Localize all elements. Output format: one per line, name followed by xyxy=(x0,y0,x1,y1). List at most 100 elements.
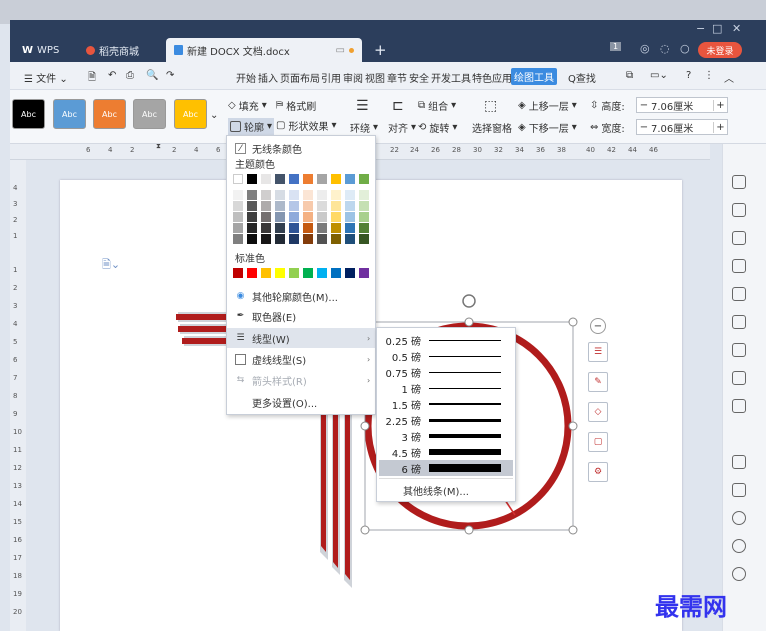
more-settings-item[interactable]: 更多设置(O)... xyxy=(227,392,375,412)
tab-docer-store[interactable]: 稻壳商城 xyxy=(78,38,147,62)
theme-shade-swatch[interactable] xyxy=(317,234,327,244)
theme-shade-swatch[interactable] xyxy=(317,223,327,233)
height-value[interactable]: 7.06厘米 xyxy=(651,98,713,113)
shape-style-orange[interactable]: Abc xyxy=(93,99,126,129)
theme-shade-swatch[interactable] xyxy=(247,201,257,211)
theme-shade-swatch[interactable] xyxy=(317,201,327,211)
theme-shade-swatch[interactable] xyxy=(331,223,341,233)
sidebar-shapes-icon[interactable] xyxy=(732,231,746,245)
sidebar-picture-icon[interactable] xyxy=(732,483,746,497)
menu-security[interactable]: 安全 xyxy=(409,70,429,85)
menu-start[interactable]: 开始 xyxy=(236,70,256,85)
shape-style-black[interactable]: Abc xyxy=(12,99,45,129)
sidebar-box-icon[interactable] xyxy=(732,455,746,469)
search-button[interactable]: Q查找 xyxy=(568,70,596,85)
window-icon[interactable]: ▭⌄ xyxy=(650,70,668,81)
height-decrease-button[interactable]: − xyxy=(637,100,651,111)
theme-shade-swatch[interactable] xyxy=(303,201,313,211)
wrap-icon[interactable]: ☰ xyxy=(356,98,369,114)
more-icon[interactable]: ⋮ xyxy=(704,70,714,81)
eyedropper-item[interactable]: ✒ 取色器(E) xyxy=(227,306,375,326)
theme-shade-swatch[interactable] xyxy=(359,190,369,200)
send-backward-button[interactable]: ◈ 下移一层 ▾ xyxy=(518,120,577,135)
height-stepper[interactable]: − 7.06厘米 + xyxy=(636,97,728,113)
theme-shade-swatch[interactable] xyxy=(289,190,299,200)
resize-handle[interactable] xyxy=(360,525,370,535)
resize-handle[interactable] xyxy=(568,317,578,327)
outline-button[interactable]: 轮廓 ▾ xyxy=(228,118,275,135)
theme-color-swatch[interactable] xyxy=(233,174,243,184)
resize-handle[interactable] xyxy=(568,525,578,535)
theme-color-swatch[interactable] xyxy=(303,174,313,184)
theme-shade-swatch[interactable] xyxy=(233,234,243,244)
menu-insert[interactable]: 插入 xyxy=(258,70,278,85)
sidebar-edit-icon[interactable] xyxy=(732,175,746,189)
line-weight-option[interactable]: 1 磅 xyxy=(379,380,513,396)
standard-color-swatch[interactable] xyxy=(247,268,257,278)
resize-handle[interactable] xyxy=(360,421,370,431)
add-tab-button[interactable]: + xyxy=(366,38,395,62)
theme-shade-swatch[interactable] xyxy=(233,223,243,233)
align-button[interactable]: 对齐 ▾ xyxy=(388,120,416,135)
theme-shade-swatch[interactable] xyxy=(275,190,285,200)
theme-shade-swatch[interactable] xyxy=(331,201,341,211)
standard-color-swatch[interactable] xyxy=(275,268,285,278)
theme-shade-swatch[interactable] xyxy=(359,201,369,211)
width-value[interactable]: 7.06厘米 xyxy=(651,120,713,135)
theme-shade-swatch[interactable] xyxy=(331,212,341,222)
theme-shade-swatch[interactable] xyxy=(289,234,299,244)
menu-page-layout[interactable]: 页面布局 xyxy=(280,70,320,85)
theme-shade-swatch[interactable] xyxy=(275,223,285,233)
theme-shade-swatch[interactable] xyxy=(345,190,355,200)
menu-review[interactable]: 审阅 xyxy=(343,70,363,85)
collapse-ribbon-icon[interactable]: ︿ xyxy=(724,70,734,85)
layout-options-icon[interactable]: ☰ xyxy=(588,342,608,362)
redo-icon[interactable]: ↷ xyxy=(166,70,174,81)
bring-forward-button[interactable]: ◈ 上移一层 ▾ xyxy=(518,98,577,113)
other-lines-item[interactable]: 其他线条(M)... xyxy=(379,482,513,498)
select-pane-icon[interactable]: ⬚ xyxy=(484,98,497,114)
shape-style-yellow[interactable]: Abc xyxy=(174,99,207,129)
rotate-handle-icon[interactable] xyxy=(462,294,476,308)
sidebar-fill-icon[interactable] xyxy=(732,259,746,273)
line-weight-option[interactable]: 6 磅 xyxy=(379,460,513,476)
theme-shade-swatch[interactable] xyxy=(331,190,341,200)
tab-document[interactable]: 新建 DOCX 文档.docx ▭ xyxy=(166,38,362,62)
format-brush-button[interactable]: ⛿ 格式刷 xyxy=(276,98,316,113)
standard-color-swatch[interactable] xyxy=(289,268,299,278)
theme-shade-swatch[interactable] xyxy=(303,234,313,244)
sidebar-grid-icon[interactable] xyxy=(732,315,746,329)
theme-color-swatch[interactable] xyxy=(247,174,257,184)
edit-icon[interactable]: ⧉ xyxy=(626,70,633,81)
select-pane-button[interactable]: 选择窗格 xyxy=(472,120,512,135)
theme-shade-swatch[interactable] xyxy=(233,212,243,222)
theme-shade-swatch[interactable] xyxy=(247,234,257,244)
line-weight-option[interactable]: 3 磅 xyxy=(379,428,513,444)
close-icon[interactable]: ✕ xyxy=(732,22,741,35)
help-button[interactable]: ? xyxy=(686,70,691,81)
theme-color-swatch[interactable] xyxy=(275,174,285,184)
theme-shade-swatch[interactable] xyxy=(261,223,271,233)
theme-shade-swatch[interactable] xyxy=(289,223,299,233)
theme-shade-swatch[interactable] xyxy=(303,212,313,222)
line-weight-option[interactable]: 1.5 磅 xyxy=(379,396,513,412)
sidebar-navigation-icon[interactable] xyxy=(732,511,746,525)
collapse-float-icon[interactable]: − xyxy=(590,318,606,334)
sidebar-select-icon[interactable] xyxy=(732,203,746,217)
theme-shade-swatch[interactable] xyxy=(261,190,271,200)
login-button[interactable]: 未登录 xyxy=(698,42,742,58)
group-button[interactable]: ⧉ 组合 ▾ xyxy=(418,98,456,113)
menu-drawing-tools[interactable]: 绘图工具 xyxy=(511,68,557,85)
width-increase-button[interactable]: + xyxy=(713,121,727,133)
float-style-icon[interactable]: ✎ xyxy=(588,372,608,392)
theme-shade-swatch[interactable] xyxy=(331,234,341,244)
shape-style-gray[interactable]: Abc xyxy=(133,99,166,129)
standard-color-swatch[interactable] xyxy=(233,268,243,278)
float-more-icon[interactable]: ⚙ xyxy=(588,462,608,482)
theme-shade-swatch[interactable] xyxy=(359,234,369,244)
standard-color-swatch[interactable] xyxy=(359,268,369,278)
float-outline-icon[interactable]: ▢ xyxy=(588,432,608,452)
resize-handle[interactable] xyxy=(568,421,578,431)
menu-chapter[interactable]: 章节 xyxy=(387,70,407,85)
standard-color-swatch[interactable] xyxy=(303,268,313,278)
